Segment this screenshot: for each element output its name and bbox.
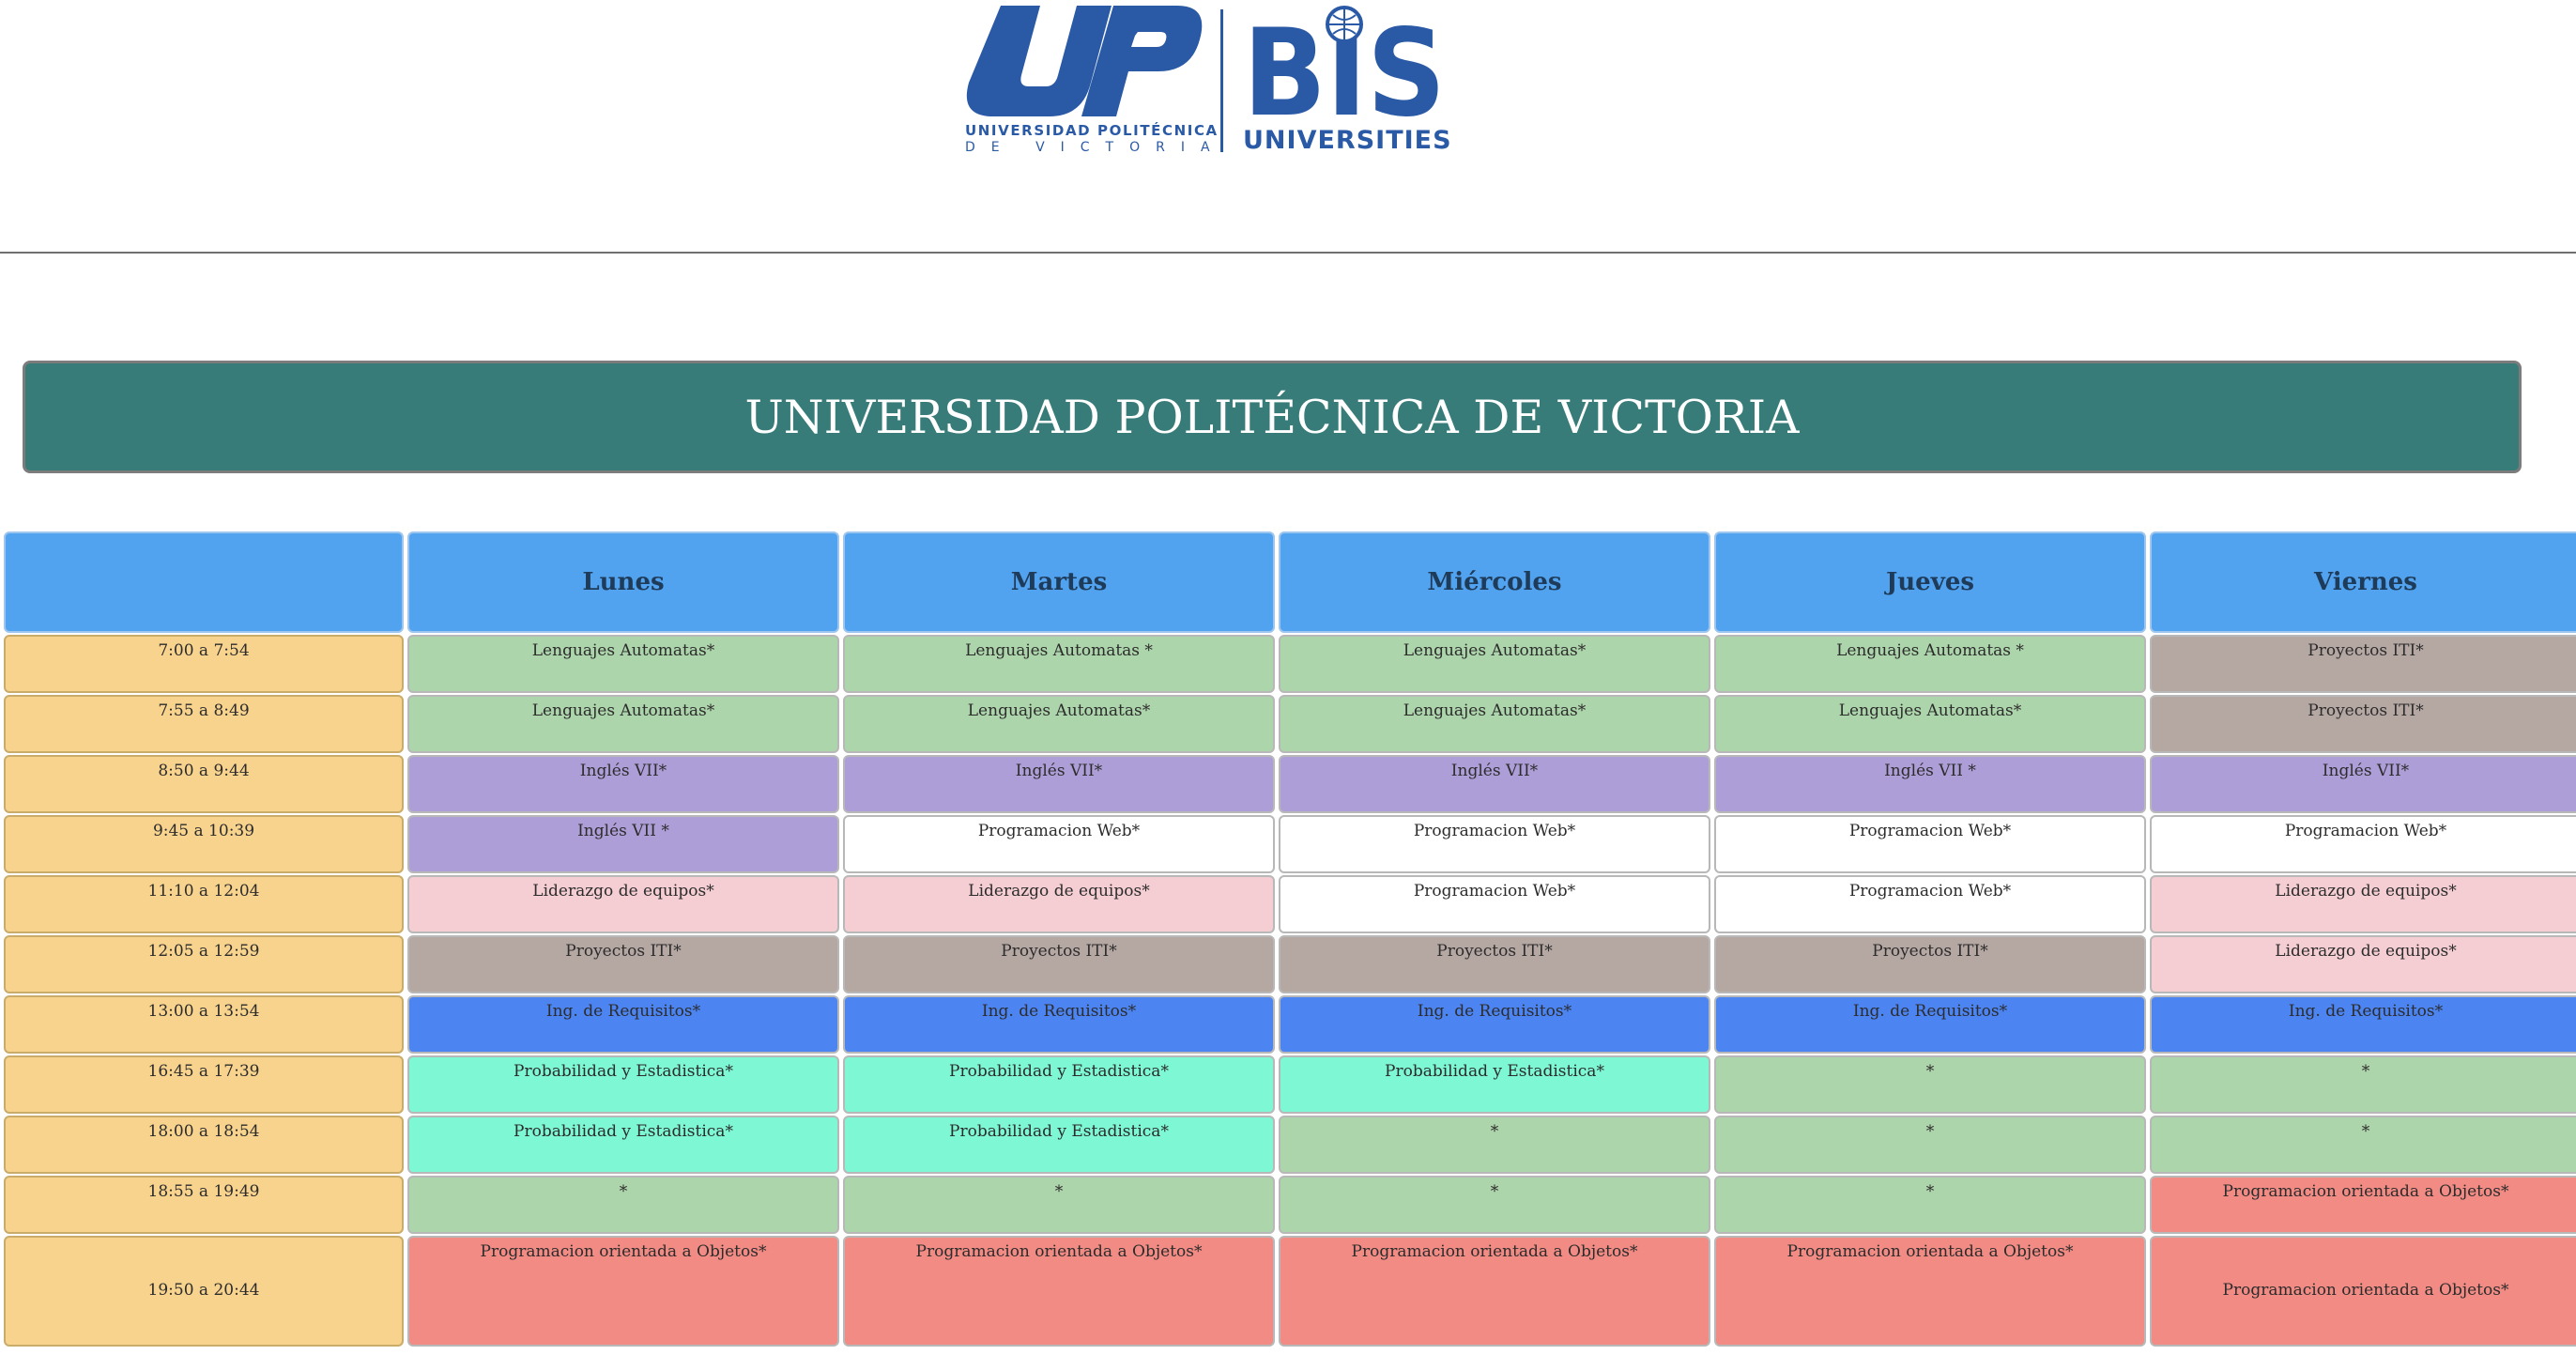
class-cell: Lenguajes Automatas*	[1279, 635, 1710, 693]
header-logos: UP UNIVERSIDAD POLITÉCNICA DE VICTORIA B…	[961, 6, 1452, 156]
class-cell: Inglés VII*	[1279, 755, 1710, 813]
up-logo-line2: DE VICTORIA	[965, 140, 1226, 155]
class-cell: Liderazgo de equipos*	[843, 875, 1275, 933]
class-cell: Programacion Web*	[2150, 815, 2576, 873]
schedule-table: Lunes Martes Miércoles Jueves Viernes 7:…	[0, 530, 2576, 1348]
class-cell: Programacion Web*	[1714, 815, 2146, 873]
class-cell: *	[843, 1176, 1275, 1234]
class-cell: Programacion Web*	[1279, 815, 1710, 873]
class-cell: Probabilidad y Estadistica*	[843, 1055, 1275, 1114]
class-cell: Inglés VII *	[1714, 755, 2146, 813]
class-cell: Proyectos ITI*	[1714, 935, 2146, 993]
time-slot-cell: 13:00 a 13:54	[4, 995, 404, 1054]
class-cell: Proyectos ITI*	[2150, 695, 2576, 753]
class-cell: *	[407, 1176, 839, 1234]
class-cell: Inglés VII *	[407, 815, 839, 873]
class-cell: Programacion orientada a Objetos*	[1714, 1236, 2146, 1347]
class-cell: Lenguajes Automatas*	[407, 695, 839, 753]
class-cell: *	[2150, 1116, 2576, 1174]
time-slot-cell: 12:05 a 12:59	[4, 935, 404, 993]
time-slot-cell: 11:10 a 12:04	[4, 875, 404, 933]
schedule-row: 7:55 a 8:49 Lenguajes Automatas* Lenguajes…	[4, 695, 2576, 753]
page-title: UNIVERSIDAD POLITÉCNICA DE VICTORIA	[744, 390, 1800, 444]
schedule-row: 18:00 a 18:54 Probabilidad y Estadistica*…	[4, 1116, 2576, 1174]
class-cell: Programacion orientada a Objetos*	[1279, 1236, 1710, 1347]
schedule-row: 18:55 a 19:49 * * * * Programacion orientada …	[4, 1176, 2576, 1234]
time-slot-cell: 7:00 a 7:54	[4, 635, 404, 693]
schedule-row: 8:50 a 9:44 Inglés VII* Inglés VII* Inglés …	[4, 755, 2576, 813]
day-header-miercoles: Miércoles	[1279, 531, 1710, 633]
time-slot-cell: 8:50 a 9:44	[4, 755, 404, 813]
time-slot-cell: 9:45 a 10:39	[4, 815, 404, 873]
class-cell: Probabilidad y Estadistica*	[1279, 1055, 1710, 1114]
time-slot-cell: 16:45 a 17:39	[4, 1055, 404, 1114]
class-cell: Programacion Web*	[1714, 875, 2146, 933]
schedule-header-row: Lunes Martes Miércoles Jueves Viernes	[4, 531, 2576, 633]
bis-logo-mark: BIS	[1243, 6, 1446, 122]
class-cell: Programacion orientada a Objetos*	[843, 1236, 1275, 1347]
class-cell: Ing. de Requisitos*	[1714, 995, 2146, 1054]
class-cell: Ing. de Requisitos*	[407, 995, 839, 1054]
class-cell: Programacion orientada a Objetos*	[2150, 1236, 2576, 1347]
class-cell: Proyectos ITI*	[407, 935, 839, 993]
schedule-body: 7:00 a 7:54 Lenguajes Automatas* Lenguajes…	[4, 635, 2576, 1347]
class-cell: Proyectos ITI*	[843, 935, 1275, 993]
day-header-jueves: Jueves	[1714, 531, 2146, 633]
class-cell: Probabilidad y Estadistica*	[407, 1055, 839, 1114]
class-cell: Proyectos ITI*	[1279, 935, 1710, 993]
class-cell: *	[1279, 1116, 1710, 1174]
class-cell: Ing. de Requisitos*	[2150, 995, 2576, 1054]
class-cell: Programacion orientada a Objetos*	[407, 1236, 839, 1347]
up-logo: UP UNIVERSIDAD POLITÉCNICA DE VICTORIA	[961, 6, 1217, 156]
class-cell: Ing. de Requisitos*	[843, 995, 1275, 1054]
class-cell: Liderazgo de equipos*	[2150, 875, 2576, 933]
class-cell: Lenguajes Automatas*	[1279, 695, 1710, 753]
class-cell: Inglés VII*	[407, 755, 839, 813]
time-slot-cell: 19:50 a 20:44	[4, 1236, 404, 1347]
class-cell: Lenguajes Automatas*	[407, 635, 839, 693]
bis-logo: BIS UNIVERSITIES	[1243, 6, 1452, 156]
class-cell: Lenguajes Automatas *	[1714, 635, 2146, 693]
schedule-row: 11:10 a 12:04 Liderazgo de equipos* Lidera…	[4, 875, 2576, 933]
schedule-row: 13:00 a 13:54 Ing. de Requisitos* Ing. de …	[4, 995, 2576, 1054]
class-cell: *	[1714, 1176, 2146, 1234]
class-cell: Inglés VII*	[2150, 755, 2576, 813]
schedule-row: 7:00 a 7:54 Lenguajes Automatas* Lenguajes…	[4, 635, 2576, 693]
time-column-header	[4, 531, 404, 633]
day-header-lunes: Lunes	[407, 531, 839, 633]
class-cell: Liderazgo de equipos*	[407, 875, 839, 933]
class-cell: *	[1714, 1116, 2146, 1174]
time-slot-cell: 18:55 a 19:49	[4, 1176, 404, 1234]
time-slot-cell: 18:00 a 18:54	[4, 1116, 404, 1174]
class-cell: Programacion Web*	[1279, 875, 1710, 933]
header-divider	[0, 252, 2576, 254]
class-cell: Probabilidad y Estadistica*	[407, 1116, 839, 1174]
class-cell: *	[1279, 1176, 1710, 1234]
day-header-martes: Martes	[843, 531, 1275, 633]
up-logo-line1: UNIVERSIDAD POLITÉCNICA	[965, 122, 1219, 139]
class-cell: *	[1714, 1055, 2146, 1114]
time-slot-cell: 7:55 a 8:49	[4, 695, 404, 753]
day-header-viernes: Viernes	[2150, 531, 2576, 633]
class-cell: Ing. de Requisitos*	[1279, 995, 1710, 1054]
up-logo-mark: UP	[966, 6, 1203, 116]
class-cell: Lenguajes Automatas*	[843, 695, 1275, 753]
class-cell: Liderazgo de equipos*	[2150, 935, 2576, 993]
class-cell: *	[2150, 1055, 2576, 1114]
class-cell: Proyectos ITI*	[2150, 635, 2576, 693]
class-cell: Probabilidad y Estadistica*	[843, 1116, 1275, 1174]
schedule-row: 9:45 a 10:39 Inglés VII * Programacion Web…	[4, 815, 2576, 873]
class-cell: Programacion Web*	[843, 815, 1275, 873]
class-cell: Programacion orientada a Objetos*	[2150, 1176, 2576, 1234]
logo-divider	[1220, 9, 1223, 152]
bis-logo-line: UNIVERSITIES	[1243, 126, 1452, 155]
schedule-row: 16:45 a 17:39 Probabilidad y Estadistica*…	[4, 1055, 2576, 1114]
title-banner: UNIVERSIDAD POLITÉCNICA DE VICTORIA	[23, 361, 2522, 473]
schedule-row: 19:50 a 20:44 Programacion orientada a Ob…	[4, 1236, 2576, 1347]
class-cell: Lenguajes Automatas *	[843, 635, 1275, 693]
schedule-row: 12:05 a 12:59 Proyectos ITI* Proyectos ITI…	[4, 935, 2576, 993]
class-cell: Lenguajes Automatas*	[1714, 695, 2146, 753]
class-cell: Inglés VII*	[843, 755, 1275, 813]
